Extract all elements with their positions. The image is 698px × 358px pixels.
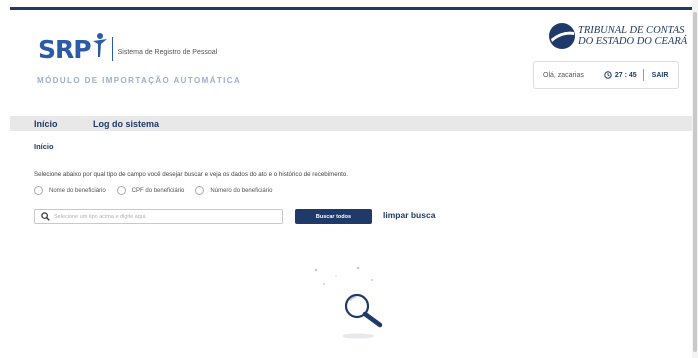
session-time: 27 : 45: [614, 71, 637, 79]
radio-label: CPF do beneficiário: [131, 187, 185, 194]
user-session-box: Olá, zacarias 27 : 45 SAIR: [533, 61, 679, 89]
logo-divider: [111, 37, 113, 61]
org-name-line2: DO ESTADO DO CEARÁ: [578, 36, 688, 47]
user-box-separator: [642, 69, 644, 81]
breadcrumb[interactable]: Início: [34, 142, 54, 151]
radio-cpf-beneficiario[interactable]: CPF do beneficiário: [116, 186, 185, 195]
org-name-line1: TRIBUNAL DE CONTAS: [578, 25, 685, 36]
radio-nome-beneficiario[interactable]: Nome do beneficiário: [34, 186, 106, 195]
tce-emblem-icon: [549, 23, 575, 49]
user-greeting: Olá, zacarias: [543, 71, 584, 79]
main-nav: Início Log do sistema: [10, 116, 692, 131]
search-input[interactable]: [54, 213, 274, 220]
module-title: MÓDULO DE IMPORTAÇÃO AUTOMÁTICA: [37, 76, 242, 85]
srp-logo: SRP Sistema de Registro de Pessoal: [38, 33, 218, 64]
top-accent-bar: [10, 7, 692, 10]
search-field[interactable]: [34, 209, 283, 224]
radio-circle[interactable]: [195, 186, 205, 195]
search-instructions: Selecione abaixo por qual tipo de campo …: [34, 171, 349, 178]
radio-circle[interactable]: [34, 186, 43, 195]
nav-item-log-do-sistema[interactable]: Log do sistema: [93, 119, 159, 129]
clock-icon: [604, 71, 612, 79]
session-timer: 27 : 45: [604, 71, 637, 79]
search-type-options: Nome do beneficiário CPF do beneficiário…: [34, 186, 272, 195]
radio-numero-beneficiario[interactable]: Número do beneficiário: [195, 186, 272, 195]
system-name: Sistema de Registro de Pessoal: [117, 48, 218, 56]
scrollbar[interactable]: [692, 0, 698, 358]
nav-item-inicio[interactable]: Início: [34, 119, 58, 129]
search-all-button[interactable]: Buscar todos: [295, 209, 372, 224]
tce-logo: TRIBUNAL DE CONTAS DO ESTADO DO CEARÁ: [548, 22, 687, 50]
magnifier-illustration: [314, 266, 383, 339]
person-figure-icon: [92, 33, 107, 57]
radio-circle[interactable]: [116, 186, 126, 195]
logout-button[interactable]: SAIR: [652, 72, 669, 79]
scrollbar-thumb[interactable]: [693, 12, 697, 352]
search-icon: [41, 212, 50, 221]
logo-text: SRP: [38, 34, 92, 64]
radio-label: Nome do beneficiário: [49, 187, 106, 194]
clear-search-link[interactable]: limpar busca: [383, 210, 435, 220]
radio-label: Número do beneficiário: [210, 187, 273, 194]
